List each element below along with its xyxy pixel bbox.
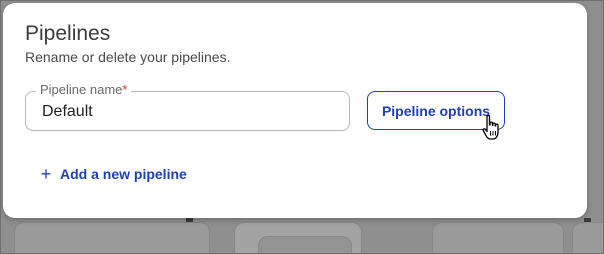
plus-icon: +: [40, 164, 52, 184]
field-label-text: Pipeline name: [40, 82, 123, 97]
pipeline-name-input[interactable]: [42, 102, 332, 122]
pipeline-name-label: Pipeline name*: [36, 82, 132, 98]
background-card: [14, 222, 210, 254]
required-marker: *: [122, 82, 128, 97]
hand-pointer-icon: [482, 114, 499, 140]
dialog-title: Pipelines: [25, 22, 111, 45]
background-card: [572, 222, 604, 254]
background-handle: [584, 218, 591, 222]
dialog-subtitle: Rename or delete your pipelines.: [25, 49, 231, 65]
add-pipeline-link[interactable]: + Add a new pipeline: [40, 164, 187, 184]
background-card: [258, 236, 352, 254]
pipelines-dialog: Pipelines Rename or delete your pipeline…: [3, 3, 587, 218]
add-pipeline-label: Add a new pipeline: [60, 166, 187, 182]
background-card: [432, 222, 564, 254]
background-handle: [186, 218, 193, 222]
pipeline-name-field[interactable]: Pipeline name*: [25, 82, 350, 131]
